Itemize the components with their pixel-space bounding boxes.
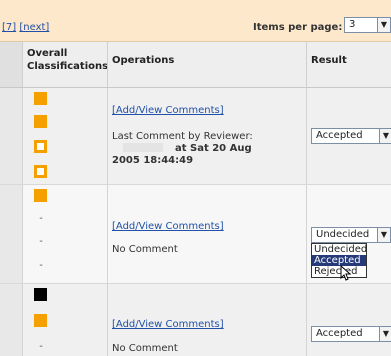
operations-cell: [Add/View Comments] No Comment (107, 284, 307, 356)
result-select-value: Undecided (316, 229, 370, 240)
classification-square-icon (34, 115, 47, 128)
pagination-bar: [7] [next] Items per page: 3 ▼ (0, 0, 391, 42)
no-comment-text: No Comment (112, 244, 178, 255)
chevron-down-icon[interactable]: ▼ (379, 327, 391, 341)
result-select-value: Accepted (316, 130, 363, 141)
row-marker (0, 88, 23, 184)
operations-header: Operations (107, 42, 307, 87)
reviewer-name-redacted (123, 143, 163, 152)
no-comment-text: No Comment (112, 343, 178, 354)
table-row: [Add/View Comments] Last Comment by Revi… (0, 88, 391, 185)
classification-hollow-square-icon (34, 140, 47, 153)
overall-classifications-header: Overall Classifications (22, 42, 108, 87)
result-dropdown-list: Undecided Accepted Rejected (311, 243, 367, 278)
dash-icon: - (39, 341, 43, 352)
operations-cell: [Add/View Comments] No Comment (107, 185, 307, 283)
result-select[interactable]: Accepted ▼ (311, 128, 391, 144)
operations-cell: [Add/View Comments] Last Comment by Revi… (107, 88, 307, 184)
row-marker (0, 284, 23, 356)
classification-square-icon (34, 92, 47, 105)
comment-time: 2005 18:44:49 (112, 155, 194, 166)
comment-date-part: at Sat 20 Aug (175, 143, 252, 154)
result-cell: Accepted ▼ (306, 284, 391, 356)
row-marker (0, 185, 23, 283)
overall-header-label: Overall (27, 48, 68, 59)
chevron-down-icon[interactable]: ▼ (377, 18, 390, 32)
pager: [7] [next] (2, 22, 49, 33)
items-per-page-select[interactable]: 3 ▼ (344, 17, 391, 33)
items-per-page-value: 3 (349, 19, 356, 30)
chevron-down-icon[interactable]: ▼ (379, 129, 391, 143)
dash-icon: - (39, 260, 43, 271)
classification-hollow-square-icon (34, 165, 47, 178)
add-view-comments-link[interactable]: [Add/View Comments] (112, 105, 224, 116)
table-row: - [Add/View Comments] No Comment Accepte… (0, 284, 391, 356)
add-view-comments-link[interactable]: [Add/View Comments] (112, 319, 224, 330)
row-marker-header (0, 42, 22, 87)
option-rejected[interactable]: Rejected (312, 266, 366, 277)
result-header-label: Result (311, 55, 347, 66)
next-page-link[interactable]: [next] (19, 22, 49, 33)
dash-icon: - (39, 213, 43, 224)
result-select[interactable]: Undecided ▼ (311, 227, 391, 243)
result-select-value: Accepted (316, 328, 363, 339)
classification-square-icon (34, 288, 47, 301)
chevron-down-icon[interactable]: ▼ (377, 228, 390, 242)
mouse-cursor-icon (340, 265, 352, 281)
table-header: Overall Classifications Operations Resul… (0, 42, 391, 88)
result-cell: Undecided ▼ Undecided Accepted Rejected (306, 185, 391, 283)
items-per-page-label: Items per page: (253, 22, 343, 33)
result-cell: Accepted ▼ (306, 88, 391, 184)
add-view-comments-link[interactable]: [Add/View Comments] (112, 221, 224, 232)
classification-square-icon (34, 314, 47, 327)
result-select[interactable]: Accepted ▼ (311, 326, 391, 342)
dash-icon: - (39, 236, 43, 247)
operations-header-label: Operations (112, 55, 175, 66)
classification-square-icon (34, 189, 47, 202)
option-accepted[interactable]: Accepted (312, 255, 366, 266)
classifications-header-label: Classifications (27, 61, 109, 72)
table-row: - - - [Add/View Comments] No Comment Und… (0, 185, 391, 284)
page-7-link[interactable]: [7] (2, 22, 16, 33)
result-header: Result (306, 42, 391, 87)
option-undecided[interactable]: Undecided (312, 244, 367, 255)
last-comment-label: Last Comment by Reviewer: (112, 131, 253, 142)
